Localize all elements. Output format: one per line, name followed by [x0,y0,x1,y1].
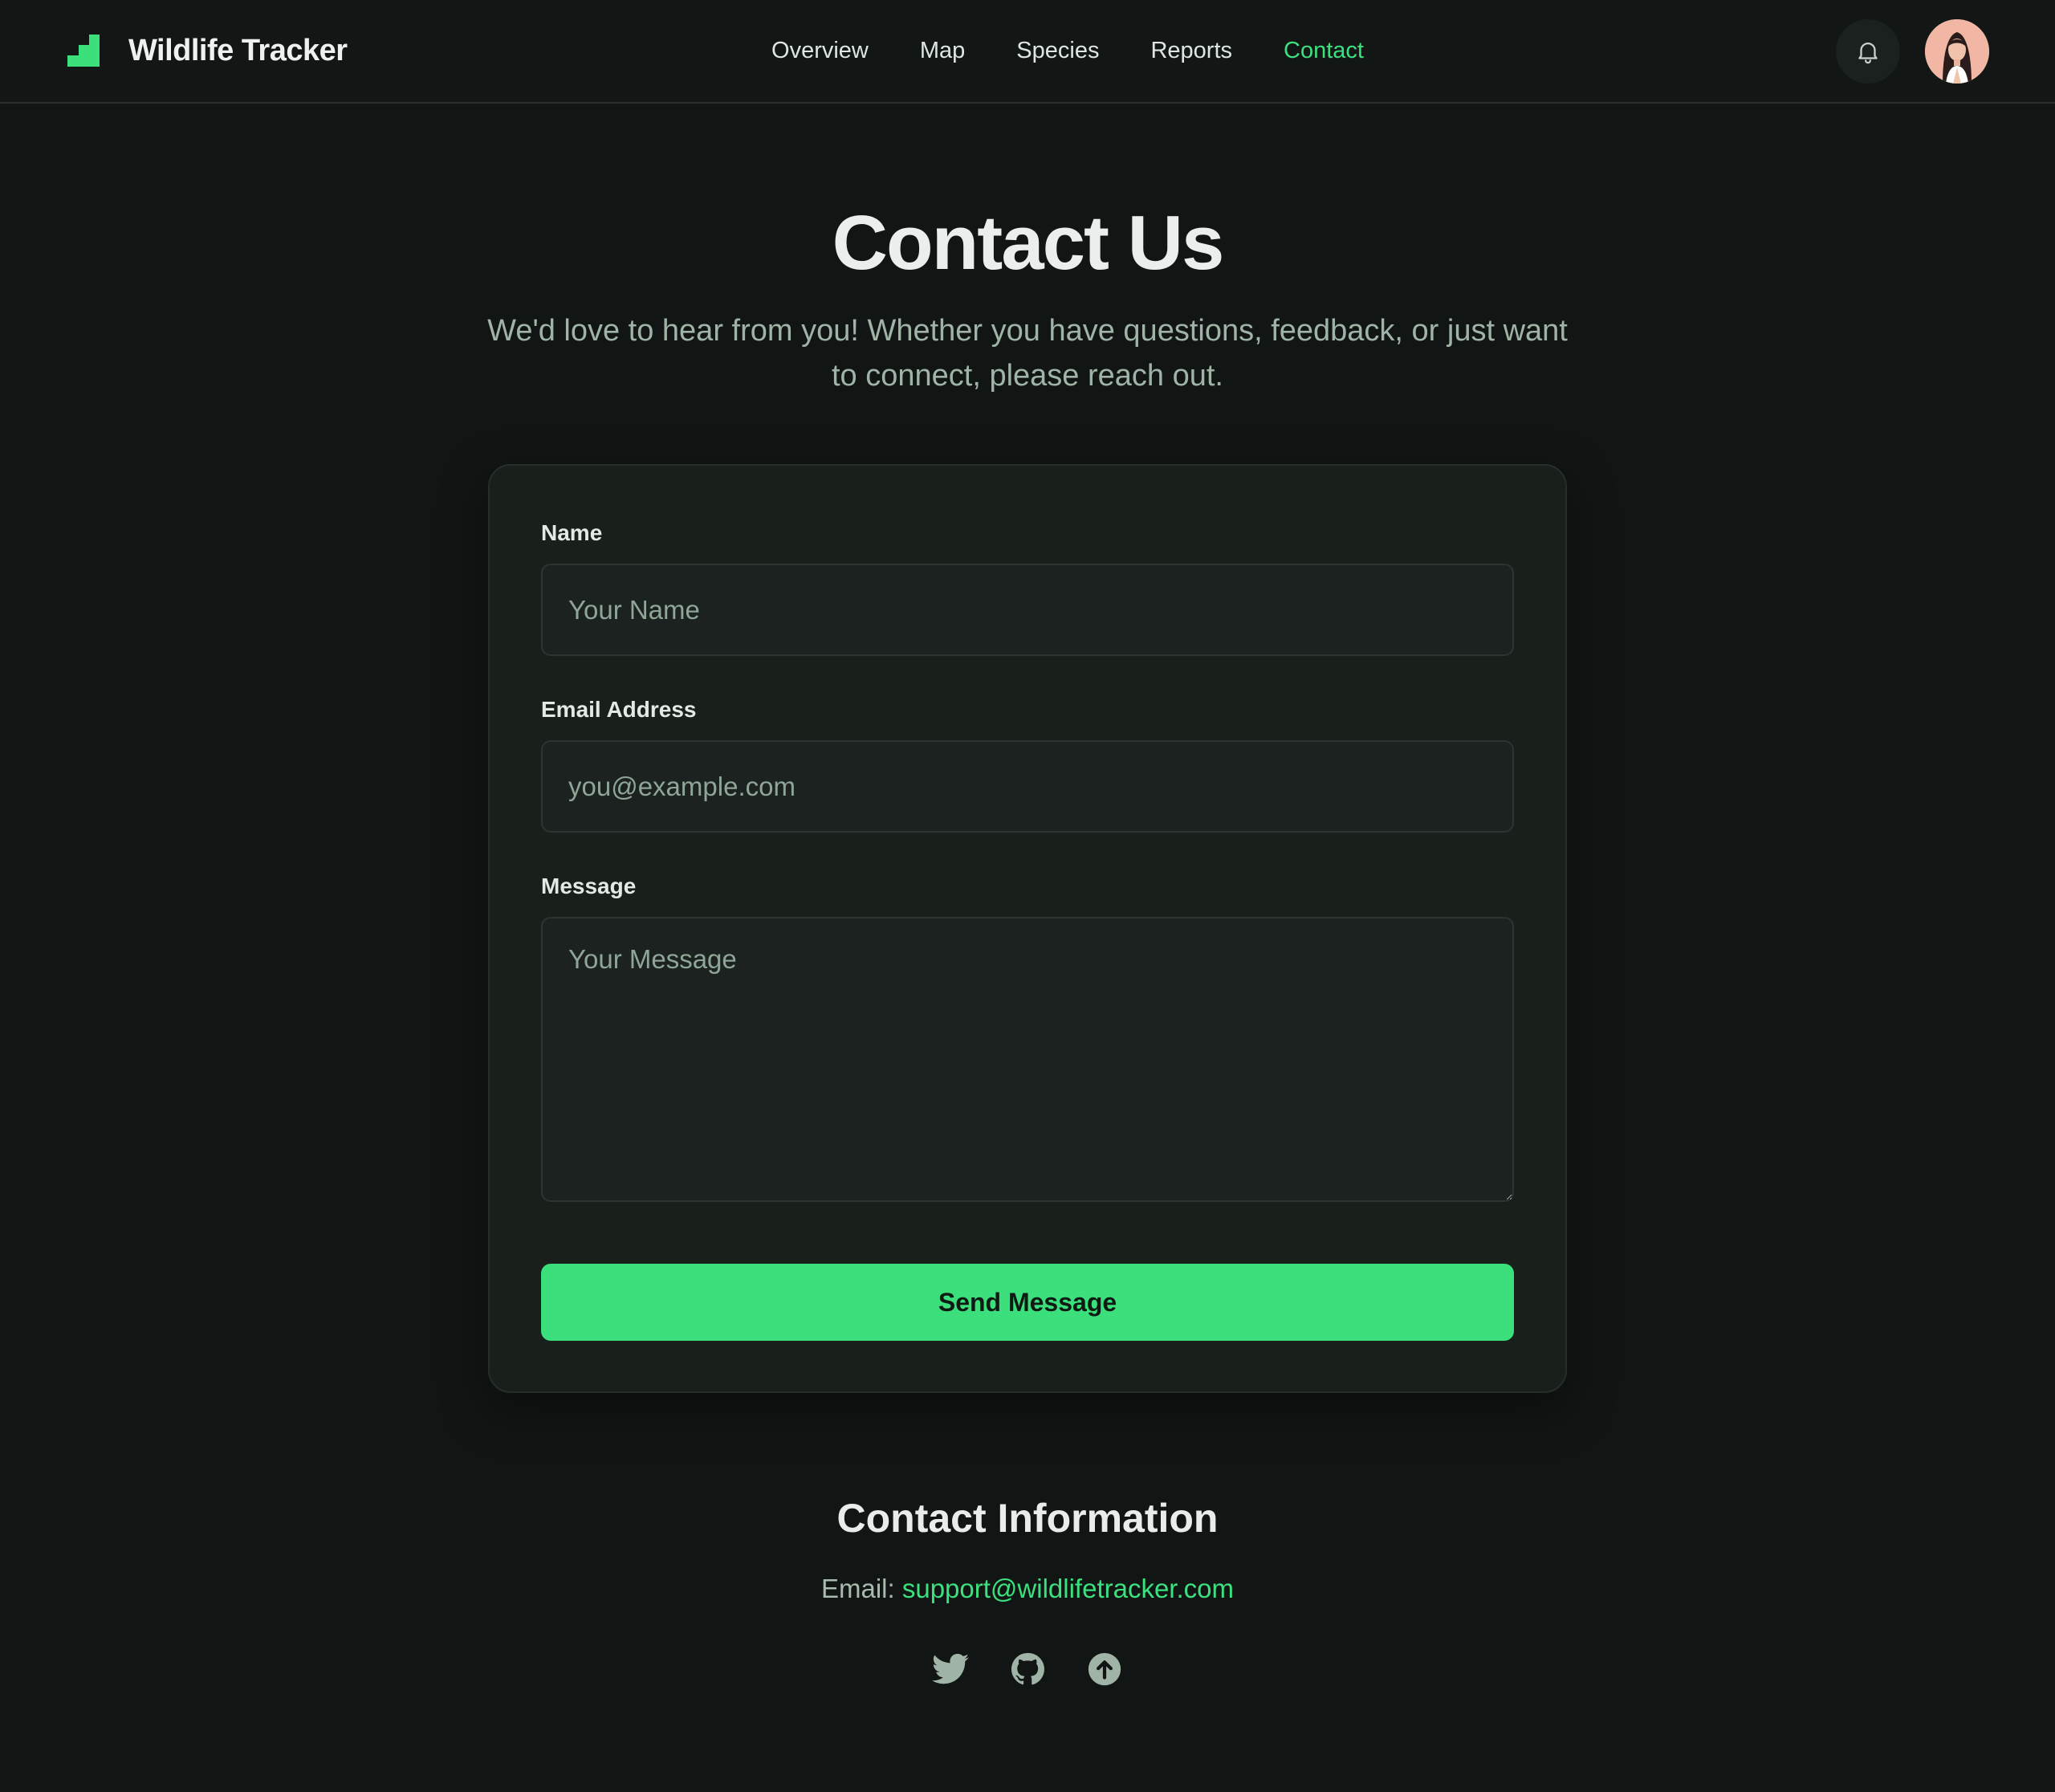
twitter-link[interactable] [932,1651,969,1688]
nav-item-species[interactable]: Species [1016,29,1099,72]
nav-item-overview[interactable]: Overview [771,29,869,72]
user-avatar-icon [1925,19,1989,83]
email-prefix: Email: [820,1574,902,1603]
contact-info-title: Contact Information [836,1496,1219,1541]
page-subtitle: We'd love to hear from you! Whether you … [487,314,1568,393]
main-nav: Overview Map Species Reports Contact [0,29,2055,72]
github-icon [1011,1652,1044,1685]
upload-icon [1088,1652,1121,1686]
contact-email-line: Email: support@wildlifetracker.com [0,1574,2055,1604]
name-label: Name [541,520,603,545]
email-input[interactable] [541,740,1514,833]
avatar[interactable] [1925,19,1989,83]
top-navigation-bar: Wildlife Tracker Overview Map Species Re… [0,0,2055,104]
message-label: Message [541,874,637,898]
send-message-button[interactable]: Send Message [541,1264,1514,1341]
nav-item-contact[interactable]: Contact [1284,29,1364,72]
page-title: Contact Us [832,200,1225,286]
bell-icon [1858,43,1878,64]
social-links [0,1651,2055,1688]
nav-item-reports[interactable]: Reports [1150,29,1232,72]
support-email-link[interactable]: support@wildlifetracker.com [902,1574,1234,1603]
notifications-button[interactable] [1836,19,1900,83]
contact-form: Name Email Address Message Send Message [488,464,1567,1393]
nav-item-map[interactable]: Map [920,29,965,72]
message-textarea[interactable] [541,917,1514,1202]
name-input[interactable] [541,564,1514,656]
upload-link[interactable] [1086,1651,1123,1688]
github-link[interactable] [1009,1651,1046,1688]
email-label: Email Address [541,697,697,722]
twitter-icon [932,1653,969,1684]
